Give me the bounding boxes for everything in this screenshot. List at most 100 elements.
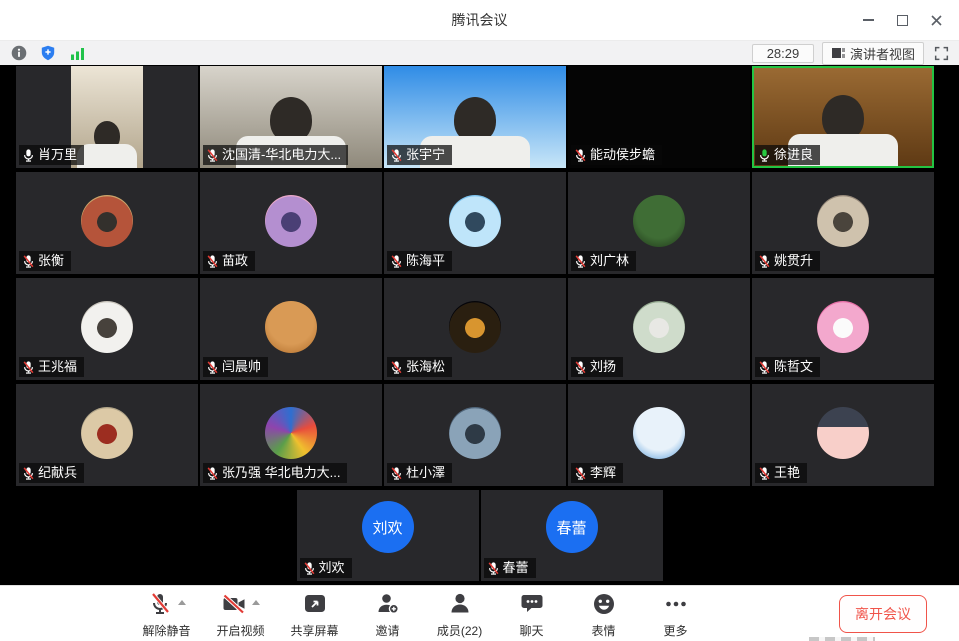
toolbar-item-label: 解除静音 (142, 622, 190, 639)
mic-muted-icon (390, 360, 403, 375)
participant-avatar (817, 195, 869, 247)
participant-tile[interactable]: 陈海平 (384, 172, 566, 274)
leave-meeting-button[interactable]: 离开会议 (839, 595, 927, 633)
maximize-icon (897, 15, 908, 26)
participant-avatar (81, 195, 133, 247)
toolbar-icon-row (519, 593, 545, 620)
participant-name: 沈国清-华北电力大... (222, 147, 341, 163)
participant-name: 陈哲文 (774, 359, 813, 375)
toolbar-item-label: 共享屏幕 (291, 622, 339, 639)
toolbar-icon-row (663, 593, 689, 620)
participant-tile[interactable]: 能动侯步蟾 (568, 66, 750, 168)
initials-text: 春蕾 (556, 517, 586, 538)
participant-tile[interactable]: 张宇宁 (384, 66, 566, 168)
toolbar-icon-row (447, 593, 473, 620)
participant-name: 陈海平 (406, 253, 445, 269)
participant-tile[interactable]: 肖万里 (16, 66, 198, 168)
participant-tile[interactable]: 刘欢刘欢 (297, 490, 479, 581)
toolbar-emoji-button[interactable]: 表情 (581, 593, 627, 639)
more-icon (663, 591, 689, 622)
participant-name-tag: 徐进良 (755, 145, 820, 165)
toolbar-unmute-button[interactable]: 解除静音 (142, 593, 190, 639)
participant-name-tag: 张衡 (19, 251, 71, 271)
participant-tile[interactable]: 姚贯升 (752, 172, 934, 274)
initials-text: 刘欢 (372, 517, 402, 538)
participant-tile[interactable]: 沈国清-华北电力大... (200, 66, 382, 168)
participant-name: 刘扬 (590, 359, 616, 375)
participant-tile[interactable]: 李辉 (568, 384, 750, 486)
participant-name: 刘欢 (319, 560, 345, 576)
participant-tile[interactable]: 杜小澤 (384, 384, 566, 486)
caret-up-icon[interactable] (252, 600, 260, 605)
mic-muted-icon (206, 148, 219, 163)
toolbar-chat-button[interactable]: 聊天 (509, 593, 555, 639)
participant-tile[interactable]: 张衡 (16, 172, 198, 274)
fullscreen-button[interactable] (932, 46, 951, 61)
participant-name: 王艳 (774, 465, 800, 481)
maximize-button[interactable] (885, 6, 919, 34)
participant-tile[interactable]: 张海松 (384, 278, 566, 380)
close-button[interactable] (919, 6, 953, 34)
toolbar-icon-row (591, 593, 617, 620)
info-icon (11, 45, 27, 61)
participant-name: 春蕾 (503, 560, 529, 576)
participant-name-tag: 刘广林 (571, 251, 636, 271)
participant-name: 苗政 (222, 253, 248, 269)
mic-muted-icon (22, 254, 35, 269)
window-titlebar: 腾讯会议 (0, 0, 959, 41)
background-window-edge (809, 637, 875, 641)
mic-active-icon (758, 148, 771, 163)
mic-off-icon (147, 591, 173, 622)
toolbar-share-screen-button[interactable]: 共享屏幕 (291, 593, 339, 639)
participant-avatar (265, 195, 317, 247)
mic-muted-icon (574, 466, 587, 481)
toolbar-more-button[interactable]: 更多 (653, 593, 699, 639)
participant-name: 肖万里 (38, 147, 77, 163)
toolbar-item-label: 表情 (592, 622, 616, 639)
toolbar-members-button[interactable]: 成员(22) (437, 593, 483, 639)
meeting-info-button[interactable] (9, 44, 29, 62)
toolbar-start-video-button[interactable]: 开启视频 (216, 593, 264, 639)
toolbar-item-label: 成员(22) (437, 622, 482, 639)
mic-on-icon (22, 148, 35, 163)
participant-name-tag: 王艳 (755, 463, 807, 483)
participant-tile[interactable]: 刘扬 (568, 278, 750, 380)
toolbar-item-label: 更多 (664, 622, 688, 639)
participant-tile[interactable]: 徐进良 (752, 66, 934, 168)
participant-name-tag: 张乃强 华北电力大... (203, 463, 347, 483)
participant-tile[interactable]: 苗政 (200, 172, 382, 274)
participant-name: 张海松 (406, 359, 445, 375)
participant-name: 姚贯升 (774, 253, 813, 269)
participant-name-tag: 刘欢 (300, 558, 352, 578)
participant-name-tag: 肖万里 (19, 145, 84, 165)
participant-tile[interactable]: 王艳 (752, 384, 934, 486)
participant-avatar (633, 301, 685, 353)
security-button[interactable] (38, 44, 58, 62)
participant-tile[interactable]: 春蕾春蕾 (481, 490, 663, 581)
speaker-view-button[interactable]: 演讲者视图 (822, 42, 924, 65)
invite-icon (375, 591, 401, 622)
participant-avatar (633, 407, 685, 459)
participant-tile[interactable]: 陈哲文 (752, 278, 934, 380)
person-silhouette (77, 121, 137, 168)
toolbar-invite-button[interactable]: 邀请 (365, 593, 411, 639)
emoji-icon (591, 591, 617, 622)
minimize-button[interactable] (851, 6, 885, 34)
toolbar-icon-row (375, 593, 401, 620)
participant-name-tag: 沈国清-华北电力大... (203, 145, 348, 165)
participant-name-tag: 能动侯步蟾 (571, 145, 662, 165)
participant-tile[interactable]: 纪献兵 (16, 384, 198, 486)
participant-tile[interactable]: 张乃强 华北电力大... (200, 384, 382, 486)
participant-name-tag: 王兆福 (19, 357, 84, 377)
participant-tile[interactable]: 闫晨帅 (200, 278, 382, 380)
network-status-button[interactable] (67, 44, 87, 62)
caret-up-icon[interactable] (178, 600, 186, 605)
participant-avatar (449, 407, 501, 459)
participant-tile[interactable]: 王兆福 (16, 278, 198, 380)
participant-tile[interactable]: 刘广林 (568, 172, 750, 274)
mic-muted-icon (758, 360, 771, 375)
participant-name: 张衡 (38, 253, 64, 269)
mic-muted-icon (303, 561, 316, 576)
participant-name: 张乃强 华北电力大... (222, 465, 340, 481)
topbar-left-icons (0, 44, 87, 62)
